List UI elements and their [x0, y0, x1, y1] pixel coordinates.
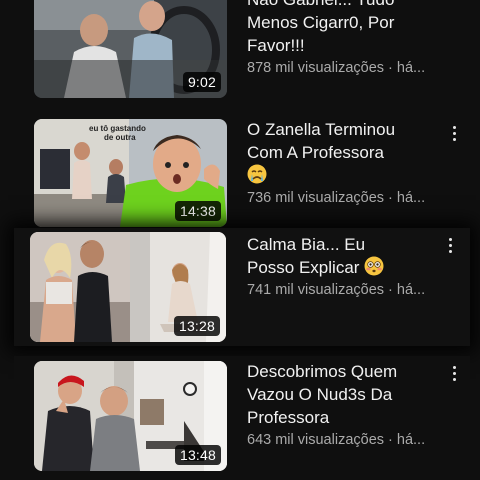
video-title[interactable]: Não Gabriel... Tudo Menos Cigarr0, Por F… [247, 0, 437, 57]
video-duration: 9:02 [182, 72, 221, 92]
more-options-icon[interactable] [446, 362, 462, 384]
crying-face-emoji [247, 164, 267, 184]
video-duration: 13:48 [174, 445, 221, 465]
video-thumbnail[interactable]: eu tô gastando de outra 14:38 [34, 119, 227, 227]
video-title-line: Calma Bia... Eu [247, 235, 366, 254]
more-options-icon[interactable] [446, 122, 462, 144]
video-title-line: Menos Cigarr0, Por [247, 13, 395, 32]
video-card[interactable]: 13:28 Calma Bia... Eu Posso Explicar 741… [14, 228, 470, 346]
video-meta: 736 mil visualizações · há... [247, 190, 426, 206]
flushed-face-emoji [364, 256, 384, 276]
video-card[interactable]: 9:02 Não Gabriel... Tudo Menos Cigarr0, … [14, 0, 470, 108]
video-title-line: Vazou O Nud3s Da [247, 385, 393, 404]
more-options-icon[interactable] [442, 234, 458, 256]
video-feed: 9:02 Não Gabriel... Tudo Menos Cigarr0, … [0, 0, 480, 480]
video-title[interactable]: Calma Bia... Eu Posso Explicar [247, 233, 437, 279]
video-title[interactable]: O Zanella Terminou Com A Professora [247, 118, 437, 187]
video-thumbnail[interactable]: 9:02 [34, 0, 227, 98]
video-meta: 878 mil visualizações · há... [247, 60, 426, 76]
thumbnail-caption: de outra [104, 133, 136, 142]
video-info[interactable]: O Zanella Terminou Com A Professora 736 … [247, 118, 437, 208]
video-duration: 13:28 [173, 316, 220, 336]
video-title-line: Descobrimos Quem [247, 362, 398, 381]
video-title-line: Não Gabriel... Tudo [247, 0, 394, 9]
video-title[interactable]: Descobrimos Quem Vazou O Nud3s Da Profes… [247, 360, 437, 429]
video-thumbnail[interactable]: 13:48 [34, 361, 227, 471]
video-duration: 14:38 [174, 201, 221, 221]
video-meta: 643 mil visualizações · há... [247, 432, 426, 448]
thumbnail-caption: eu tô gastando [89, 124, 146, 133]
video-card[interactable]: eu tô gastando de outra 14:38 O Zanella … [14, 112, 470, 228]
video-title-line: Com A Professora [247, 143, 385, 162]
video-meta: 741 mil visualizações · há... [247, 282, 426, 298]
video-title-line: Favor!!! [247, 36, 305, 55]
video-title-line: Posso Explicar [247, 258, 360, 277]
video-info[interactable]: Descobrimos Quem Vazou O Nud3s Da Profes… [247, 360, 437, 450]
video-info[interactable]: Não Gabriel... Tudo Menos Cigarr0, Por F… [247, 0, 437, 78]
video-title-line: Professora [247, 408, 330, 427]
video-info[interactable]: Calma Bia... Eu Posso Explicar 741 mil v… [247, 233, 437, 300]
video-title-line: O Zanella Terminou [247, 120, 396, 139]
video-thumbnail[interactable]: 13:28 [30, 232, 226, 342]
video-card[interactable]: 13:48 Descobrimos Quem Vazou O Nud3s Da … [14, 356, 470, 480]
